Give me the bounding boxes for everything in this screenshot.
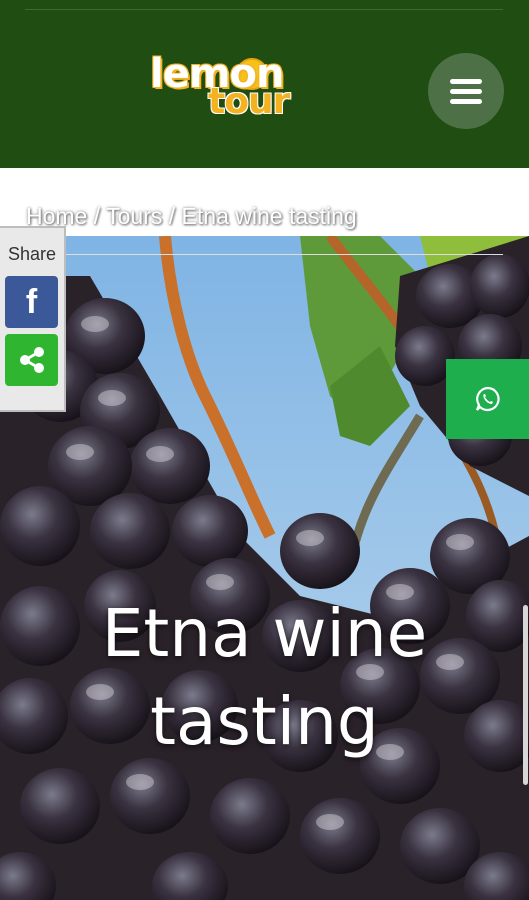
breadcrumb: Home / Tours / Etna wine tasting: [26, 202, 357, 230]
generic-share-button[interactable]: [5, 334, 58, 386]
hero-title: Etna wine tasting: [0, 590, 529, 766]
breadcrumb-separator: /: [93, 203, 101, 229]
share-icon: [19, 347, 44, 373]
whatsapp-button[interactable]: [446, 359, 529, 439]
site-header: lemon tour: [0, 0, 529, 168]
share-widget: Share f: [0, 226, 66, 412]
breadcrumb-current: Etna wine tasting: [181, 203, 357, 229]
grape-vine-image: [0, 236, 529, 900]
menu-bar: [450, 98, 482, 104]
lemon-tour-logo[interactable]: lemon tour: [150, 54, 302, 120]
scrollbar[interactable]: [523, 605, 528, 785]
header-divider: [25, 9, 503, 10]
hero-title-line1: Etna wine: [101, 595, 428, 672]
breadcrumb-divider: [25, 254, 503, 255]
facebook-share-button[interactable]: f: [5, 276, 58, 328]
hero-banner: Etna wine tasting: [0, 236, 529, 900]
breadcrumb-tours-link[interactable]: Tours: [106, 203, 162, 229]
whatsapp-icon: [475, 386, 500, 412]
breadcrumb-separator: /: [168, 203, 176, 229]
hamburger-menu-button[interactable]: [428, 53, 504, 129]
logo-line2: tour: [208, 81, 290, 122]
hero-title-line2: tasting: [150, 683, 379, 760]
facebook-icon: f: [25, 282, 38, 321]
menu-bar: [450, 88, 482, 94]
share-label: Share: [8, 244, 57, 264]
menu-bar: [450, 78, 482, 84]
